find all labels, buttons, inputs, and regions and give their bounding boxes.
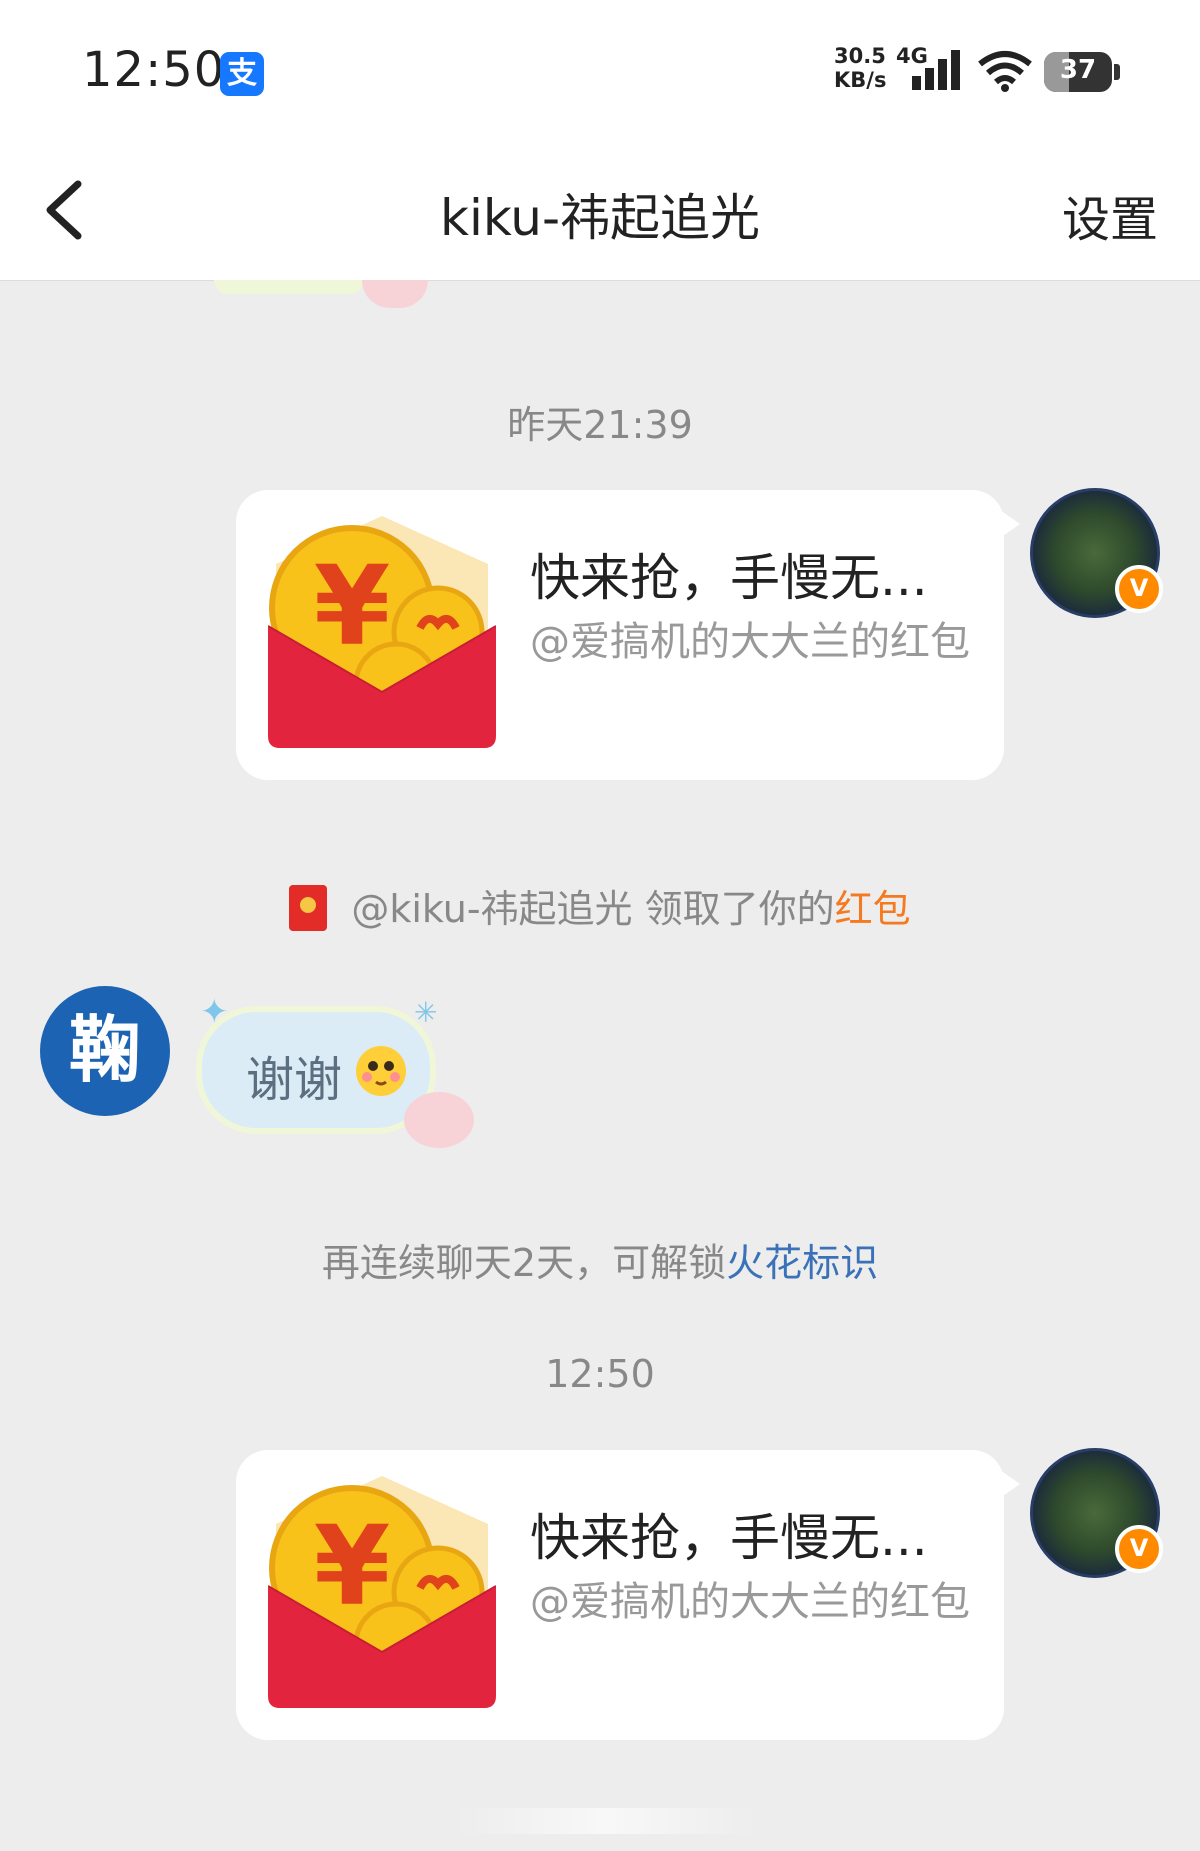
cellular-signal-icon — [912, 50, 960, 90]
red-packet-mini-icon — [289, 884, 328, 931]
timestamp: 昨天21:39 — [507, 403, 693, 447]
red-packet-subtitle: @爱搞机的大大兰的红包 — [530, 619, 970, 665]
pig-sticker-icon — [362, 280, 428, 308]
loading-placeholder — [456, 1808, 756, 1834]
my-avatar[interactable]: V — [1030, 1448, 1163, 1578]
status-bar: 12:50 支 30.5 KB/s 4G 37 — [0, 0, 1200, 140]
battery-icon: 37 — [1044, 52, 1112, 92]
bubble-tail — [1000, 510, 1020, 538]
red-packet-message[interactable]: ¥ 快来抢，手慢无... @爱搞机的大大兰的红包 — [236, 490, 1020, 780]
claimed-notice-text: @kiku-祎起追光 领取了你的 — [351, 887, 835, 931]
red-packet-title: 快来抢，手慢无... — [530, 1509, 928, 1567]
red-packet-icon: ¥ — [268, 516, 496, 748]
settings-button[interactable]: 设置 — [1062, 180, 1158, 250]
chat-header: kiku-祎起追光 设置 — [0, 140, 1200, 281]
verified-badge-icon: V — [1115, 565, 1163, 613]
red-packet-title: 快来抢，手慢无... — [530, 549, 928, 607]
message-text: 谢谢 — [246, 1052, 343, 1108]
streak-notice: 再连续聊天2天，可解锁火花标识 — [0, 1232, 1200, 1287]
streak-notice-text: 再连续聊天2天，可解锁 — [321, 1241, 727, 1285]
net-speed-value: 30.5 — [834, 44, 886, 68]
red-packet-claimed-notice: @kiku-祎起追光 领取了你的红包 — [0, 878, 1200, 935]
wifi-icon — [978, 51, 1032, 92]
verified-badge-icon: V — [1115, 1525, 1163, 1573]
contact-avatar[interactable]: 鞠 — [40, 986, 170, 1116]
timestamp: 12:50 — [545, 1352, 655, 1396]
red-packet-icon: ¥ — [268, 1476, 496, 1708]
chat-title: kiku-祎起追光 — [440, 189, 760, 247]
bubble-tail — [1000, 1470, 1020, 1498]
pig-sticker-icon — [404, 1092, 474, 1148]
previous-sticker-fragment — [214, 280, 364, 294]
red-packet-link[interactable]: 红包 — [835, 887, 911, 931]
battery-tip — [1114, 64, 1120, 80]
my-avatar[interactable]: V — [1030, 488, 1163, 618]
message-bubble[interactable]: 谢谢 — [196, 1006, 436, 1134]
shy-face-emoji-icon — [356, 1046, 406, 1096]
red-packet-subtitle: @爱搞机的大大兰的红包 — [530, 1579, 970, 1625]
status-time: 12:50 — [82, 42, 226, 98]
battery-level: 37 — [1059, 55, 1097, 85]
spark-badge-link[interactable]: 火花标识 — [726, 1241, 878, 1285]
net-speed-unit: KB/s — [834, 68, 887, 92]
red-packet-message[interactable]: ¥ 快来抢，手慢无... @爱搞机的大大兰的红包 — [236, 1450, 1020, 1740]
alipay-notification-icon: 支 — [220, 52, 264, 96]
net-speed: 30.5 KB/s — [834, 44, 886, 92]
